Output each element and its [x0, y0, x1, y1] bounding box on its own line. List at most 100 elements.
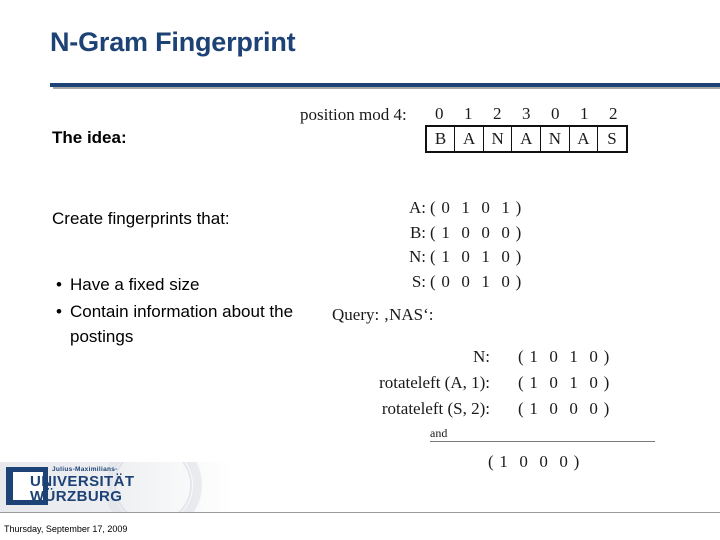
query-label: Query: ‚NAS‘:: [332, 305, 434, 324]
paren-close: ): [515, 247, 522, 266]
vector-key: A:: [409, 198, 426, 217]
vector-bit: 1: [569, 347, 578, 366]
list-item: • Have a fixed size: [52, 272, 317, 297]
vector-bit: 1: [529, 373, 538, 392]
vector-bit: 0: [549, 399, 558, 418]
vector-value: (0 1 0 1): [430, 196, 521, 221]
vector-bit: 0: [589, 373, 598, 392]
query-row-label: rotateleft (S, 2):: [381, 399, 490, 418]
vector-bit: 0: [501, 271, 510, 291]
query-row-label: N:: [473, 347, 490, 366]
vector-bit: 1: [461, 198, 470, 217]
vector-bit: 0: [501, 222, 510, 242]
letter-cell: S: [607, 129, 617, 148]
position-mod-label: position mod 4:: [300, 105, 407, 124]
query-row: rotateleft (A, 1): (1 0 1 0): [300, 370, 638, 396]
query-row-label: rotateleft (A, 1):: [379, 373, 490, 392]
letter-cell: N: [484, 127, 513, 151]
letter-box-row: B A N A N A S: [424, 125, 628, 153]
list-item-label: Have a fixed size: [70, 275, 200, 294]
vector-bit: 1: [569, 373, 578, 392]
position-mod-row: position mod 4: 0 1 2 3 0 1 2 B A N A N: [300, 104, 628, 153]
page-title: N-Gram Fingerprint: [50, 27, 296, 57]
paren-close: ): [603, 347, 610, 366]
vector-bit: 0: [481, 198, 490, 217]
vector-bit: 0: [441, 271, 450, 291]
letter-cell: A: [455, 127, 484, 151]
position-number: 2: [608, 104, 618, 123]
query-row: N: (1 0 1 0): [300, 344, 638, 370]
vector-bit: 0: [589, 347, 598, 366]
and-operator-block: and: [430, 427, 655, 442]
vector-bit: 0: [461, 271, 470, 291]
position-grid: 0 1 2 3 0 1 2 B A N A N A S: [424, 104, 628, 153]
paren-close: ): [515, 222, 522, 242]
vector-bit: 1: [441, 222, 450, 242]
vector-bit: 1: [529, 399, 538, 418]
letter-vectors: A: (0 1 0 1) B: (1 0 0 0) N: (1 0 1 0) S: (0 0 1 0): [400, 196, 521, 294]
result-vector: (1 0 0 0): [488, 450, 579, 474]
paren-close: ): [603, 399, 610, 418]
vector-key: B:: [409, 222, 426, 242]
vector-bit: 0: [569, 399, 578, 418]
vector-bit: 0: [461, 222, 470, 242]
vector-row: S: (0 0 1 0): [400, 270, 522, 295]
title-divider-shadow: [53, 87, 720, 89]
vector-value: (0 0 1 0): [430, 270, 521, 295]
paren-close: ): [603, 373, 610, 392]
ngram-figure: position mod 4: 0 1 2 3 0 1 2 B A N A N: [300, 96, 720, 496]
vector-bit: 1: [499, 452, 508, 471]
lead-text: The idea:: [52, 128, 127, 147]
vector-bit: 0: [559, 452, 568, 471]
footer-divider: [0, 512, 720, 513]
paren-close: ): [515, 271, 522, 291]
footer-date: Thursday, September 17, 2009: [4, 524, 128, 534]
position-number: 1: [579, 104, 589, 123]
logo-subtitle: Julius-Maximilians-: [52, 466, 118, 473]
vector-row: N: (1 0 1 0): [400, 245, 521, 270]
position-number: 0: [434, 104, 444, 123]
query-rows: N: (1 0 1 0) rotateleft (A, 1): (1 0 1 0) rota…: [300, 344, 638, 422]
vector-bit: 0: [441, 198, 450, 217]
position-number: 0: [550, 104, 560, 123]
vector-key: N:: [409, 247, 426, 266]
vector-bit: 1: [501, 198, 510, 217]
and-divider: [430, 441, 655, 442]
vector-bit: 1: [441, 247, 450, 266]
vector-bit: 1: [481, 247, 490, 266]
vector-key: S:: [411, 271, 426, 291]
vector-bit: 0: [549, 347, 558, 366]
vector-row: B: (1 0 0 0): [400, 221, 521, 246]
letter-cell: A: [512, 127, 542, 151]
subhead-text: Create fingerprints that:: [52, 209, 230, 228]
bullet-dot-icon: •: [56, 302, 62, 321]
vector-bit: 0: [461, 247, 470, 266]
vector-bit: 0: [519, 452, 528, 471]
vector-bit: 0: [589, 399, 598, 418]
vector-bit: 0: [481, 222, 490, 242]
vector-bit: 0: [539, 452, 548, 471]
paren-close: ): [573, 452, 580, 471]
vector-bit: 0: [501, 247, 510, 266]
letter-cell: N: [541, 127, 570, 151]
query-row: rotateleft (S, 2): (1 0 0 0): [300, 396, 638, 422]
paren-close: ): [515, 198, 522, 217]
query-row-value: (1 0 1 0): [490, 344, 638, 370]
logo-line-2: WÜRZBURG: [30, 488, 123, 505]
vector-bit: 1: [481, 271, 490, 291]
query-row-value: (1 0 1 0): [490, 370, 638, 396]
bullet-dot-icon: •: [56, 275, 62, 294]
query-row-value: (1 0 0 0): [490, 396, 638, 422]
list-item-label: Contain information about the postings: [70, 302, 294, 346]
position-number: 3: [521, 104, 531, 123]
vector-value: (1 0 0 0): [430, 221, 521, 246]
and-label: and: [430, 426, 448, 440]
vector-bit: 0: [549, 373, 558, 392]
vector-bit: 1: [529, 347, 538, 366]
slide: N-Gram Fingerprint The idea: Create fing…: [0, 0, 720, 540]
letter-cell: A: [570, 127, 599, 151]
list-item: • Contain information about the postings: [52, 299, 317, 349]
vector-value: (1 0 1 0): [430, 245, 521, 270]
position-number-row: 0 1 2 3 0 1 2: [425, 104, 628, 124]
vector-row: A: (0 1 0 1): [400, 196, 521, 221]
